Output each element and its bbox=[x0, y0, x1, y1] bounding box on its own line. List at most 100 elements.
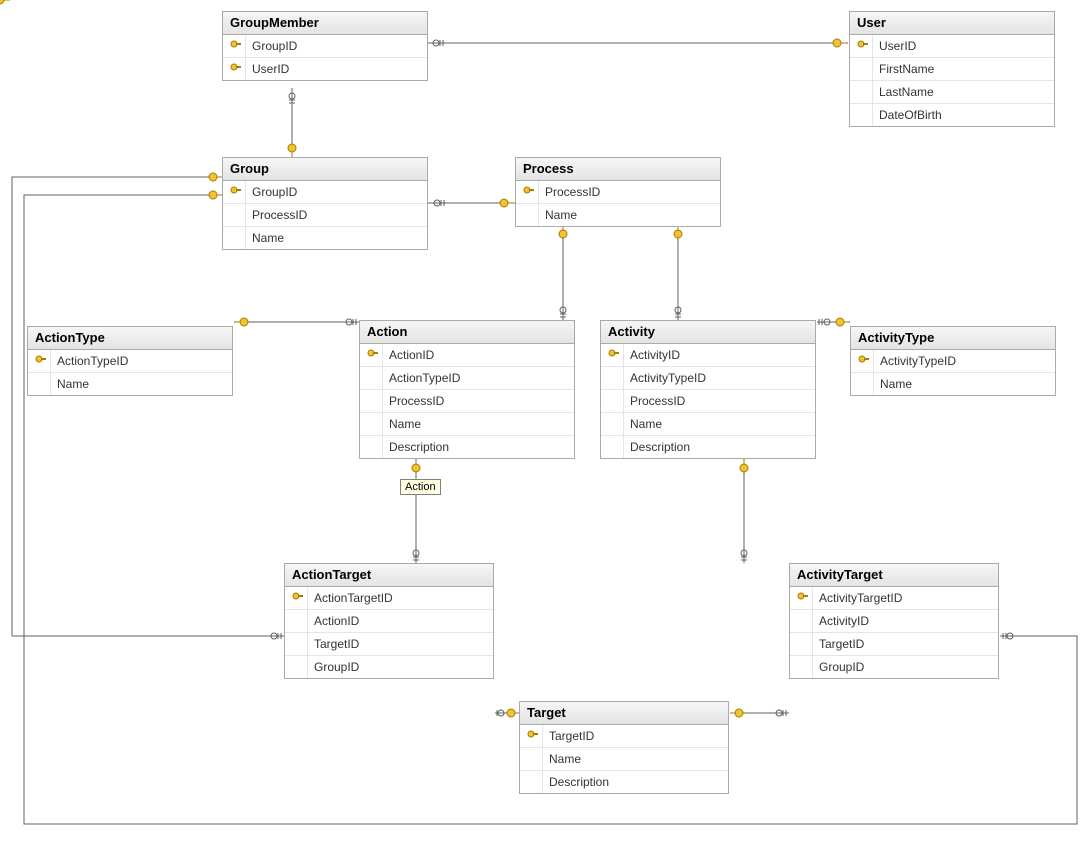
table-row[interactable]: Name bbox=[851, 373, 1055, 395]
table-row[interactable]: DateOfBirth bbox=[850, 104, 1054, 126]
table-row[interactable]: Name bbox=[28, 373, 232, 395]
key-icon bbox=[227, 181, 246, 203]
field-name: UserID bbox=[246, 62, 289, 76]
field-name: ProcessID bbox=[246, 208, 307, 222]
table-title: ActivityTarget bbox=[790, 564, 998, 587]
table-actiontype[interactable]: ActionType ActionTypeID Name bbox=[27, 326, 233, 396]
key-icon bbox=[605, 344, 624, 366]
table-row[interactable]: Name bbox=[360, 413, 574, 436]
table-target[interactable]: Target TargetID Name Description bbox=[519, 701, 729, 794]
field-name: DateOfBirth bbox=[873, 108, 942, 122]
field-name: Name bbox=[51, 377, 89, 391]
field-name: ActionTypeID bbox=[383, 371, 460, 385]
table-row[interactable]: ActivityTargetID bbox=[790, 587, 998, 610]
field-name: GroupID bbox=[246, 185, 297, 199]
table-group[interactable]: Group GroupID ProcessID Name bbox=[222, 157, 428, 250]
table-row[interactable]: Description bbox=[601, 436, 815, 458]
table-row[interactable]: GroupID bbox=[223, 35, 427, 58]
table-row[interactable]: ProcessID bbox=[601, 390, 815, 413]
table-row[interactable]: Description bbox=[360, 436, 574, 458]
field-name: ActivityTypeID bbox=[624, 371, 706, 385]
table-row[interactable]: ActivityTypeID bbox=[601, 367, 815, 390]
field-name: Name bbox=[539, 208, 577, 222]
field-name: GroupID bbox=[813, 660, 864, 674]
table-row[interactable]: ProcessID bbox=[223, 204, 427, 227]
key-icon bbox=[364, 344, 383, 366]
table-row[interactable]: ActionID bbox=[360, 344, 574, 367]
table-title: Target bbox=[520, 702, 728, 725]
field-name: ActivityID bbox=[813, 614, 869, 628]
key-icon bbox=[289, 587, 308, 609]
field-name: FirstName bbox=[873, 62, 934, 76]
key-icon bbox=[854, 35, 873, 57]
field-name: Name bbox=[874, 377, 912, 391]
table-row[interactable]: ActivityID bbox=[790, 610, 998, 633]
field-name: ActivityTypeID bbox=[874, 354, 956, 368]
table-row[interactable]: ActionTypeID bbox=[28, 350, 232, 373]
table-activitytype[interactable]: ActivityType ActivityTypeID Name bbox=[850, 326, 1056, 396]
table-title: GroupMember bbox=[223, 12, 427, 35]
table-title: Group bbox=[223, 158, 427, 181]
table-row[interactable]: Name bbox=[516, 204, 720, 226]
table-row[interactable]: UserID bbox=[223, 58, 427, 80]
field-name: ActivityTargetID bbox=[813, 591, 902, 605]
table-row[interactable]: GroupID bbox=[223, 181, 427, 204]
table-user[interactable]: User UserID FirstName LastName DateOfBir… bbox=[849, 11, 1055, 127]
table-title: ActionType bbox=[28, 327, 232, 350]
field-name: ProcessID bbox=[383, 394, 444, 408]
field-name: GroupID bbox=[246, 39, 297, 53]
table-row[interactable]: GroupID bbox=[285, 656, 493, 678]
field-name: ActionTypeID bbox=[51, 354, 128, 368]
key-icon bbox=[520, 181, 539, 203]
table-groupmember[interactable]: GroupMember GroupID UserID bbox=[222, 11, 428, 81]
table-title: ActivityType bbox=[851, 327, 1055, 350]
field-name: Description bbox=[383, 440, 449, 454]
table-activitytarget[interactable]: ActivityTarget ActivityTargetID Activity… bbox=[789, 563, 999, 679]
table-activity[interactable]: Activity ActivityID ActivityTypeID Proce… bbox=[600, 320, 816, 459]
table-row[interactable]: TargetID bbox=[520, 725, 728, 748]
table-row[interactable]: ActionTargetID bbox=[285, 587, 493, 610]
table-title: Action bbox=[360, 321, 574, 344]
table-row[interactable]: Name bbox=[223, 227, 427, 249]
table-action[interactable]: Action ActionID ActionTypeID ProcessID N… bbox=[359, 320, 575, 459]
table-row[interactable]: Name bbox=[520, 748, 728, 771]
key-icon bbox=[227, 58, 246, 80]
field-name: ProcessID bbox=[624, 394, 685, 408]
field-name: LastName bbox=[873, 85, 934, 99]
field-name: ProcessID bbox=[539, 185, 600, 199]
key-icon bbox=[227, 35, 246, 57]
table-row[interactable]: FirstName bbox=[850, 58, 1054, 81]
table-row[interactable]: GroupID bbox=[790, 656, 998, 678]
key-icon bbox=[524, 725, 543, 747]
table-row[interactable]: UserID bbox=[850, 35, 1054, 58]
table-row[interactable]: LastName bbox=[850, 81, 1054, 104]
table-row[interactable]: ProcessID bbox=[360, 390, 574, 413]
table-row[interactable]: TargetID bbox=[285, 633, 493, 656]
table-actiontarget[interactable]: ActionTarget ActionTargetID ActionID Tar… bbox=[284, 563, 494, 679]
field-name: Name bbox=[383, 417, 421, 431]
table-row[interactable]: Name bbox=[601, 413, 815, 436]
field-name: ActionID bbox=[383, 348, 434, 362]
table-row[interactable]: ActivityTypeID bbox=[851, 350, 1055, 373]
table-row[interactable]: ProcessID bbox=[516, 181, 720, 204]
field-name: Name bbox=[246, 231, 284, 245]
field-name: TargetID bbox=[813, 637, 864, 651]
field-name: Name bbox=[543, 752, 581, 766]
field-name: Description bbox=[543, 775, 609, 789]
table-row[interactable]: ActivityID bbox=[601, 344, 815, 367]
field-name: UserID bbox=[873, 39, 916, 53]
table-row[interactable]: ActionTypeID bbox=[360, 367, 574, 390]
table-title: ActionTarget bbox=[285, 564, 493, 587]
field-name: Description bbox=[624, 440, 690, 454]
table-row[interactable]: Description bbox=[520, 771, 728, 793]
table-row[interactable]: ActionID bbox=[285, 610, 493, 633]
field-name: TargetID bbox=[543, 729, 594, 743]
key-icon bbox=[794, 587, 813, 609]
key-icon bbox=[855, 350, 874, 372]
field-name: ActionID bbox=[308, 614, 359, 628]
table-row[interactable]: TargetID bbox=[790, 633, 998, 656]
field-name: ActivityID bbox=[624, 348, 680, 362]
tooltip: Action bbox=[400, 479, 441, 495]
table-title: Process bbox=[516, 158, 720, 181]
table-process[interactable]: Process ProcessID Name bbox=[515, 157, 721, 227]
